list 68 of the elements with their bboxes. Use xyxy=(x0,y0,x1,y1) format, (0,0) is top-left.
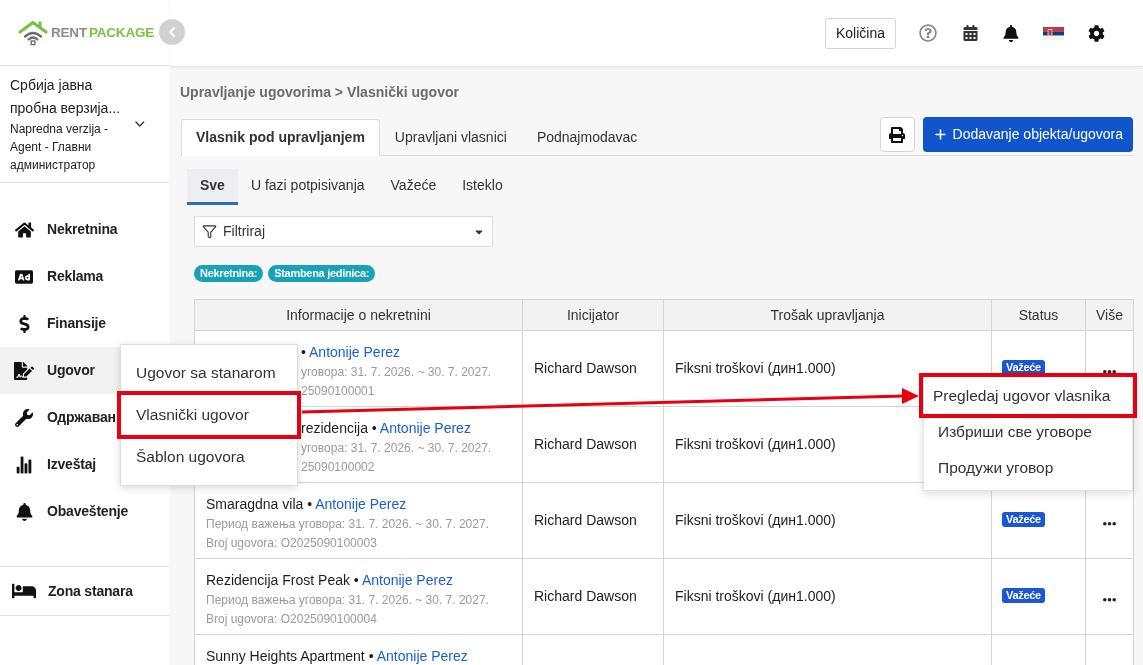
bell-icon xyxy=(15,502,33,521)
filter-tag: Nekretnina: xyxy=(194,265,264,282)
status-badge: Važeće xyxy=(1002,512,1045,527)
column-header: Status xyxy=(991,299,1086,331)
status-tab[interactable]: U fazi potpisivanja xyxy=(237,169,378,205)
bar-chart-icon xyxy=(15,455,33,474)
table-cell: Richard Dawson xyxy=(522,482,664,559)
wrench-icon xyxy=(15,408,33,427)
filter-icon xyxy=(202,224,217,239)
column-header: Trošak upravljanja xyxy=(663,299,992,331)
owner-link[interactable]: Antonije Perez xyxy=(376,648,468,664)
add-button[interactable]: Dodavanje objekta/ugovora xyxy=(922,117,1133,152)
account-name: Србија јавна пробна верзија... xyxy=(10,76,122,118)
tab[interactable]: Podnajmodavac xyxy=(521,119,653,156)
help-icon[interactable] xyxy=(919,24,937,42)
print-button[interactable] xyxy=(879,117,915,152)
printer-icon xyxy=(889,126,906,143)
property-name: Sunny Heights Apartment • xyxy=(206,648,374,664)
contract-number: Broj ugovora: O2025090100003 xyxy=(206,535,378,552)
ad-icon xyxy=(14,267,34,286)
filter-tag: Stambena jedinica: xyxy=(268,265,376,282)
table-cell: Fiksni troškovi (дин1.000) xyxy=(663,558,992,635)
tab[interactable]: Vlasnik pod upravljanjem xyxy=(181,119,380,156)
column-header: Informacije o nekretnini xyxy=(194,299,523,331)
bell-icon[interactable] xyxy=(1003,24,1019,42)
owner-link[interactable]: Antonije Perez xyxy=(309,344,401,360)
sidebar-item[interactable]: Zona stanara xyxy=(0,567,170,615)
bed-icon xyxy=(12,581,36,601)
contract-period: уговора: 31. 7. 2026. ~ 30. 7. 2027. xyxy=(301,364,493,381)
quantity-button[interactable]: Količina xyxy=(824,17,896,49)
status-tab[interactable]: Sve xyxy=(187,169,238,205)
status-badge: Važeće xyxy=(1002,588,1045,603)
tab[interactable]: Upravljani vlasnici xyxy=(379,119,522,156)
logo-text: RENT PACKAGE xyxy=(51,25,155,40)
plus-icon xyxy=(932,127,948,142)
contract-period: уговора: 31. 7. 2026. ~ 30. 7. 2027. xyxy=(301,440,493,457)
menu-item[interactable]: Vlasnički ugovor xyxy=(117,391,301,439)
breadcrumb: Upravljanje ugovorima > Vlasnički ugovor xyxy=(180,84,460,101)
home-icon xyxy=(14,220,34,239)
status-tab[interactable]: Važeće xyxy=(377,169,450,205)
calendar-icon[interactable] xyxy=(963,25,978,41)
column-header: Više xyxy=(1085,299,1134,331)
owner-link[interactable]: Antonije Perez xyxy=(361,572,453,588)
settings-icon[interactable] xyxy=(1088,24,1105,42)
contract-period: Период важења уговора: 31. 7. 2026. ~ 30. 7. 2027. xyxy=(206,516,490,533)
contract-number: 25090100002 xyxy=(301,459,376,476)
menu-item[interactable]: Pregledaj ugovor vlasnika xyxy=(919,373,1137,418)
property-name: rezidencija • xyxy=(301,420,377,436)
property-name: • xyxy=(301,344,306,360)
contract-pen-icon xyxy=(14,361,34,380)
status-tab[interactable]: Isteklo xyxy=(449,169,516,205)
owner-link[interactable]: Antonije Perez xyxy=(379,420,471,436)
more-icon xyxy=(1103,597,1116,602)
contract-number: Broj ugovora: O2025090100004 xyxy=(206,611,378,628)
table-cell: Richard Dawson xyxy=(522,406,664,483)
column-header: Inicijator xyxy=(522,299,664,331)
logo-icon xyxy=(18,19,48,46)
table-cell: Richard Dawson xyxy=(522,558,664,635)
owner-link[interactable]: Antonije Perez xyxy=(315,496,407,512)
more-icon xyxy=(1103,369,1116,374)
more-icon xyxy=(1103,521,1116,526)
account-role: Napredna verzija - Agent - Главни администратор xyxy=(10,121,110,174)
flag-icon[interactable] xyxy=(1043,26,1064,40)
filter-select[interactable]: Filtriraj xyxy=(194,216,493,247)
contract-period: Период важења уговора: 31. 7. 2026. ~ 30. 7. 2027. xyxy=(206,592,490,609)
property-name: Rezidencija Frost Peak • xyxy=(206,572,359,588)
contract-number: 25090100001 xyxy=(301,383,376,400)
property-name: Smaragdna vila • xyxy=(206,496,313,512)
